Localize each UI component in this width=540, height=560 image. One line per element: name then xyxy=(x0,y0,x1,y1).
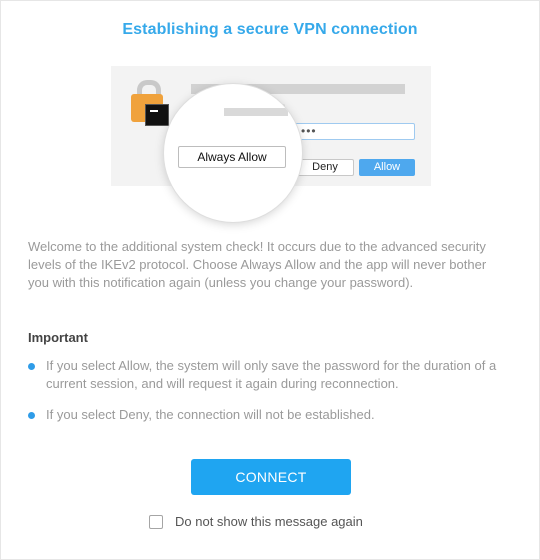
list-item: If you select Allow, the system will onl… xyxy=(28,357,508,393)
illustration-deny-button: Deny xyxy=(296,159,354,176)
illustration-always-allow-button: Always Allow xyxy=(178,146,286,168)
terminal-icon xyxy=(145,104,169,126)
bullet-dot-icon xyxy=(28,363,35,370)
illustration-password-dots: ••• xyxy=(301,124,317,138)
magnifier-circle: Always Allow xyxy=(164,84,302,222)
bullet-dot-icon xyxy=(28,412,35,419)
dont-show-again-label[interactable]: Do not show this message again xyxy=(175,514,363,529)
dialog-title: Establishing a secure VPN connection xyxy=(122,21,418,38)
bullet-text: If you select Allow, the system will onl… xyxy=(46,358,497,391)
important-heading: Important xyxy=(28,330,88,345)
dont-show-again-checkbox[interactable] xyxy=(149,515,163,529)
bullet-text: If you select Deny, the connection will … xyxy=(46,407,375,422)
connect-button[interactable]: CONNECT xyxy=(191,459,351,495)
vpn-dialog: Establishing a secure VPN connection •••… xyxy=(0,0,540,560)
illustration-allow-button: Allow xyxy=(359,159,415,176)
placeholder-line xyxy=(224,108,288,116)
description-text: Welcome to the additional system check! … xyxy=(28,239,487,290)
list-item: If you select Deny, the connection will … xyxy=(28,406,508,424)
